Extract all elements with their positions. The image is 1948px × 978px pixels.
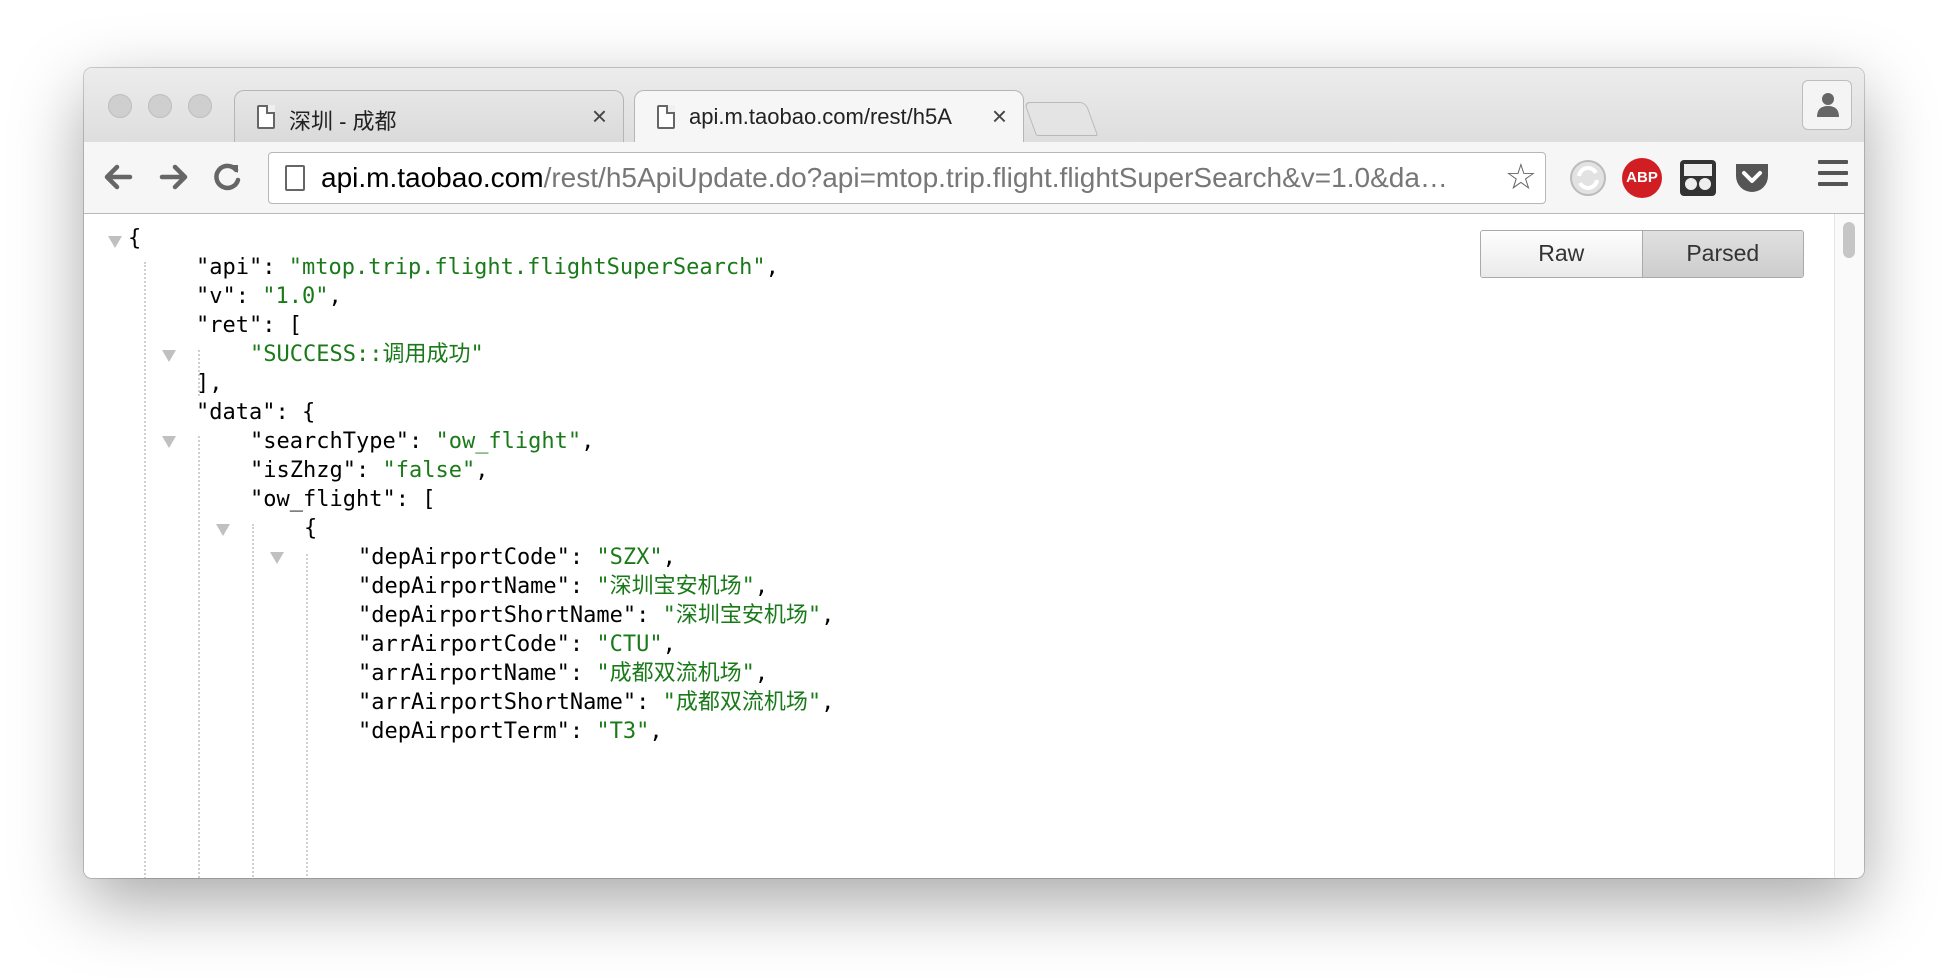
- person-icon: [1817, 93, 1839, 117]
- json-line: "v": "1.0",: [196, 284, 342, 309]
- json-line: "depAirportCode": "SZX",: [358, 545, 676, 570]
- view-toggle: Raw Parsed: [1480, 230, 1804, 278]
- json-line: "isZhzg": "false",: [250, 458, 489, 483]
- zoom-window-button[interactable]: [188, 94, 212, 118]
- scrollbar-thumb[interactable]: [1843, 222, 1855, 258]
- tab-title: api.m.taobao.com/rest/h5A: [689, 104, 952, 129]
- indent-guide: [306, 554, 308, 878]
- indent-guide: [252, 524, 254, 878]
- tab-title: 深圳 - 成都: [289, 109, 397, 134]
- json-line: "depAirportName": "深圳宝安机场",: [358, 574, 769, 599]
- ghostery-extension-button[interactable]: [1678, 158, 1718, 198]
- collapse-toggle-icon[interactable]: [162, 436, 176, 448]
- collapse-toggle-icon[interactable]: [270, 552, 284, 564]
- collapse-toggle-icon[interactable]: [162, 350, 176, 362]
- adblock-plus-button[interactable]: ABP: [1622, 158, 1662, 198]
- hamburger-line: [1818, 171, 1848, 175]
- hamburger-line: [1818, 160, 1848, 164]
- close-window-button[interactable]: [108, 94, 132, 118]
- arrow-left-icon: [104, 164, 133, 190]
- json-line: "arrAirportCode": "CTU",: [358, 632, 676, 657]
- page-icon: [657, 105, 675, 129]
- back-button[interactable]: [98, 156, 140, 198]
- indent-guide: [144, 262, 146, 878]
- collapse-toggle-icon[interactable]: [108, 236, 122, 248]
- json-line: "data": {: [196, 400, 316, 425]
- browser-toolbar: api.m.taobao.com/rest/h5ApiUpdate.do?api…: [84, 142, 1864, 214]
- collapse-toggle-icon[interactable]: [216, 524, 230, 536]
- json-line: "SUCCESS::调用成功": [250, 342, 484, 367]
- json-line: ],: [196, 371, 223, 396]
- page-icon: [257, 105, 275, 129]
- raw-button[interactable]: Raw: [1481, 231, 1643, 277]
- sync-extension-button[interactable]: [1568, 158, 1608, 198]
- arrow-right-icon: [159, 164, 188, 190]
- forward-button[interactable]: [152, 156, 194, 198]
- reload-button[interactable]: [206, 156, 248, 198]
- bookmark-star-icon[interactable]: ☆: [1505, 159, 1537, 195]
- indent-guide: [198, 436, 200, 878]
- address-bar[interactable]: api.m.taobao.com/rest/h5ApiUpdate.do?api…: [268, 152, 1546, 204]
- tab-shenzhen-chengdu[interactable]: 深圳 - 成都 ×: [234, 90, 624, 142]
- json-line: "api": "mtop.trip.flight.flightSuperSear…: [196, 255, 779, 280]
- json-line: "ow_flight": [: [250, 487, 436, 512]
- json-line: "depAirportTerm": "T3",: [358, 719, 663, 744]
- json-line: "depAirportShortName": "深圳宝安机场",: [358, 603, 835, 628]
- json-line: "arrAirportName": "成都双流机场",: [358, 661, 769, 686]
- json-line: "searchType": "ow_flight",: [250, 429, 595, 454]
- tab-close-button[interactable]: ×: [592, 101, 607, 132]
- new-tab-button[interactable]: [1023, 102, 1099, 136]
- vertical-scrollbar[interactable]: [1834, 214, 1864, 878]
- reload-icon: [214, 163, 241, 191]
- json-viewer: Raw Parsed { "api": "mtop.trip.flight.fl…: [84, 214, 1834, 878]
- json-line: "ret": [: [196, 313, 302, 338]
- tab-close-button[interactable]: ×: [992, 101, 1007, 132]
- hamburger-line: [1818, 182, 1848, 186]
- pocket-icon: [1736, 164, 1768, 192]
- title-bar: 深圳 - 成都 × api.m.taobao.com/rest/h5A ×: [84, 68, 1864, 142]
- page-icon: [285, 165, 305, 191]
- pocket-extension-button[interactable]: [1732, 158, 1772, 198]
- parsed-button[interactable]: Parsed: [1642, 231, 1803, 277]
- browser-window: 深圳 - 成都 × api.m.taobao.com/rest/h5A × ap…: [84, 68, 1864, 878]
- tab-api-taobao[interactable]: api.m.taobao.com/rest/h5A ×: [634, 90, 1024, 142]
- json-line: "arrAirportShortName": "成都双流机场",: [358, 690, 835, 715]
- url-host: api.m.taobao.com: [321, 162, 544, 193]
- url-path: /rest/h5ApiUpdate.do?api=mtop.trip.fligh…: [543, 162, 1448, 193]
- url-text: api.m.taobao.com/rest/h5ApiUpdate.do?api…: [321, 162, 1501, 194]
- glasses-icon: [1680, 160, 1716, 196]
- json-line: {: [304, 516, 318, 541]
- json-line: {: [128, 226, 142, 251]
- profile-button[interactable]: [1802, 80, 1852, 130]
- chrome-menu-button[interactable]: [1818, 160, 1848, 194]
- sync-icon: [1570, 160, 1606, 196]
- minimize-window-button[interactable]: [148, 94, 172, 118]
